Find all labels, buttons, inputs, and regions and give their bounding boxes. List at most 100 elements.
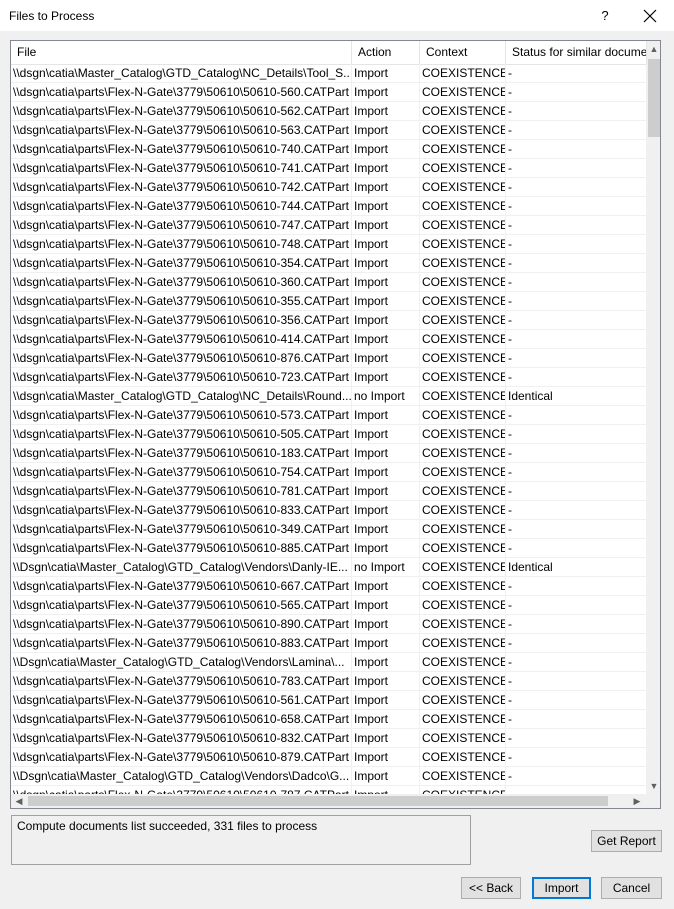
cell-file: \\dsgn\catia\parts\Flex-N-Gate\3779\5061… (11, 786, 352, 794)
cell-file: \\dsgn\catia\parts\Flex-N-Gate\3779\5061… (11, 729, 352, 747)
column-header-action[interactable]: Action (352, 41, 420, 64)
cell-context: COEXISTENCE (422, 273, 506, 291)
table-row[interactable]: \\dsgn\catia\parts\Flex-N-Gate\3779\5061… (11, 539, 647, 558)
table-row[interactable]: \\dsgn\catia\parts\Flex-N-Gate\3779\5061… (11, 501, 647, 520)
table-row[interactable]: \\dsgn\catia\parts\Flex-N-Gate\3779\5061… (11, 463, 647, 482)
cell-status: - (506, 425, 647, 443)
status-message-box: Compute documents list succeeded, 331 fi… (11, 815, 471, 865)
cell-file: \\dsgn\catia\parts\Flex-N-Gate\3779\5061… (11, 197, 352, 215)
cell-action: Import (352, 216, 420, 234)
cell-context: COEXISTENCE (422, 235, 506, 253)
cell-action: Import (352, 482, 420, 500)
table-row[interactable]: \\dsgn\catia\parts\Flex-N-Gate\3779\5061… (11, 349, 647, 368)
table-row[interactable]: \\Dsgn\catia\Master_Catalog\GTD_Catalog\… (11, 558, 647, 577)
cell-context: COEXISTENCE (422, 558, 506, 576)
table-row[interactable]: \\dsgn\catia\parts\Flex-N-Gate\3779\5061… (11, 425, 647, 444)
table-row[interactable]: \\dsgn\catia\parts\Flex-N-Gate\3779\5061… (11, 292, 647, 311)
close-icon[interactable] (638, 4, 662, 28)
table-row[interactable]: \\dsgn\catia\parts\Flex-N-Gate\3779\5061… (11, 102, 647, 121)
cell-action: Import (352, 691, 420, 709)
horizontal-scrollbar[interactable]: ◀ ▶ (11, 794, 647, 808)
cell-status: - (506, 83, 647, 101)
cell-status: - (506, 786, 647, 794)
table-row[interactable]: \\Dsgn\catia\Master_Catalog\GTD_Catalog\… (11, 653, 647, 672)
cell-status: - (506, 349, 647, 367)
column-header-status[interactable]: Status for similar docume (506, 41, 647, 64)
cell-file: \\dsgn\catia\parts\Flex-N-Gate\3779\5061… (11, 425, 352, 443)
table-row[interactable]: \\dsgn\catia\parts\Flex-N-Gate\3779\5061… (11, 482, 647, 501)
cancel-button[interactable]: Cancel (601, 877, 662, 899)
cell-context: COEXISTENCE (422, 140, 506, 158)
table-row[interactable]: \\dsgn\catia\parts\Flex-N-Gate\3779\5061… (11, 615, 647, 634)
cell-status: - (506, 444, 647, 462)
back-button[interactable]: << Back (461, 877, 521, 899)
table-row[interactable]: \\dsgn\catia\parts\Flex-N-Gate\3779\5061… (11, 520, 647, 539)
cell-file: \\dsgn\catia\parts\Flex-N-Gate\3779\5061… (11, 254, 352, 272)
cell-status: - (506, 710, 647, 728)
cell-file: \\dsgn\catia\Master_Catalog\GTD_Catalog\… (13, 64, 352, 82)
table-row[interactable]: \\dsgn\catia\parts\Flex-N-Gate\3779\5061… (11, 140, 647, 159)
cell-action: Import (352, 425, 420, 443)
table-row[interactable]: \\dsgn\catia\parts\Flex-N-Gate\3779\5061… (11, 748, 647, 767)
table-row[interactable]: \\dsgn\catia\parts\Flex-N-Gate\3779\5061… (11, 406, 647, 425)
table-row[interactable]: \\dsgn\catia\parts\Flex-N-Gate\3779\5061… (11, 710, 647, 729)
help-button[interactable]: ? (594, 6, 616, 26)
cell-context: COEXISTENCE (422, 729, 506, 747)
cell-status: Identical (506, 558, 647, 576)
vertical-scroll-thumb[interactable] (648, 59, 660, 137)
cell-action: Import (352, 254, 420, 272)
chevron-down-icon[interactable]: ▼ (647, 778, 660, 794)
table-row[interactable]: \\dsgn\catia\parts\Flex-N-Gate\3779\5061… (11, 577, 647, 596)
cell-file: \\dsgn\catia\parts\Flex-N-Gate\3779\5061… (11, 539, 352, 557)
table-row[interactable]: \\dsgn\catia\parts\Flex-N-Gate\3779\5061… (11, 368, 647, 387)
table-row[interactable]: \\dsgn\catia\Master_Catalog\GTD_Catalog\… (11, 64, 647, 83)
table-row[interactable]: \\dsgn\catia\parts\Flex-N-Gate\3779\5061… (11, 634, 647, 653)
table-row[interactable]: \\dsgn\catia\parts\Flex-N-Gate\3779\5061… (11, 444, 647, 463)
table-row[interactable]: \\dsgn\catia\parts\Flex-N-Gate\3779\5061… (11, 330, 647, 349)
table-row[interactable]: \\dsgn\catia\parts\Flex-N-Gate\3779\5061… (11, 786, 647, 794)
table-row[interactable]: \\dsgn\catia\parts\Flex-N-Gate\3779\5061… (11, 121, 647, 140)
cell-action: Import (352, 273, 420, 291)
cell-status: - (506, 121, 647, 139)
cell-status: - (506, 273, 647, 291)
table-row[interactable]: \\dsgn\catia\parts\Flex-N-Gate\3779\5061… (11, 691, 647, 710)
table-row[interactable]: \\dsgn\catia\parts\Flex-N-Gate\3779\5061… (11, 235, 647, 254)
cell-status: - (506, 216, 647, 234)
cell-context: COEXISTENCE (422, 615, 506, 633)
cell-action: Import (352, 235, 420, 253)
files-table[interactable]: File Action Context Status for similar d… (10, 40, 661, 809)
column-header-context[interactable]: Context (420, 41, 506, 64)
cell-action: Import (352, 349, 420, 367)
cell-action: Import (352, 729, 420, 747)
cell-context: COEXISTENCE (422, 216, 506, 234)
table-body: \\dsgn\catia\Master_Catalog\GTD_Catalog\… (11, 64, 647, 794)
table-row[interactable]: \\dsgn\catia\parts\Flex-N-Gate\3779\5061… (11, 216, 647, 235)
horizontal-scroll-thumb[interactable] (28, 796, 608, 806)
table-row[interactable]: \\dsgn\catia\Master_Catalog\GTD_Catalog\… (11, 387, 647, 406)
cell-context: COEXISTENCE (422, 349, 506, 367)
chevron-left-icon[interactable]: ◀ (11, 794, 27, 808)
cell-file: \\dsgn\catia\parts\Flex-N-Gate\3779\5061… (11, 463, 352, 481)
cell-action: Import (352, 710, 420, 728)
vertical-scrollbar[interactable]: ▲ ▼ (647, 41, 660, 794)
table-row[interactable]: \\dsgn\catia\parts\Flex-N-Gate\3779\5061… (11, 178, 647, 197)
cell-status: - (506, 406, 647, 424)
table-row[interactable]: \\dsgn\catia\parts\Flex-N-Gate\3779\5061… (11, 672, 647, 691)
cell-status: - (506, 463, 647, 481)
table-row[interactable]: \\dsgn\catia\parts\Flex-N-Gate\3779\5061… (11, 596, 647, 615)
cell-action: Import (352, 463, 420, 481)
table-row[interactable]: \\dsgn\catia\parts\Flex-N-Gate\3779\5061… (11, 254, 647, 273)
table-row[interactable]: \\dsgn\catia\parts\Flex-N-Gate\3779\5061… (11, 311, 647, 330)
chevron-up-icon[interactable]: ▲ (647, 41, 660, 57)
table-row[interactable]: \\dsgn\catia\parts\Flex-N-Gate\3779\5061… (11, 83, 647, 102)
get-report-button[interactable]: Get Report (591, 830, 662, 852)
column-header-file[interactable]: File (11, 41, 352, 64)
table-row[interactable]: \\dsgn\catia\parts\Flex-N-Gate\3779\5061… (11, 729, 647, 748)
chevron-right-icon[interactable]: ▶ (629, 794, 645, 808)
import-button[interactable]: Import (532, 877, 591, 899)
table-row[interactable]: \\dsgn\catia\parts\Flex-N-Gate\3779\5061… (11, 197, 647, 216)
table-row[interactable]: \\Dsgn\catia\Master_Catalog\GTD_Catalog\… (11, 767, 647, 786)
table-row[interactable]: \\dsgn\catia\parts\Flex-N-Gate\3779\5061… (11, 273, 647, 292)
table-row[interactable]: \\dsgn\catia\parts\Flex-N-Gate\3779\5061… (11, 159, 647, 178)
cell-action: Import (352, 102, 420, 120)
